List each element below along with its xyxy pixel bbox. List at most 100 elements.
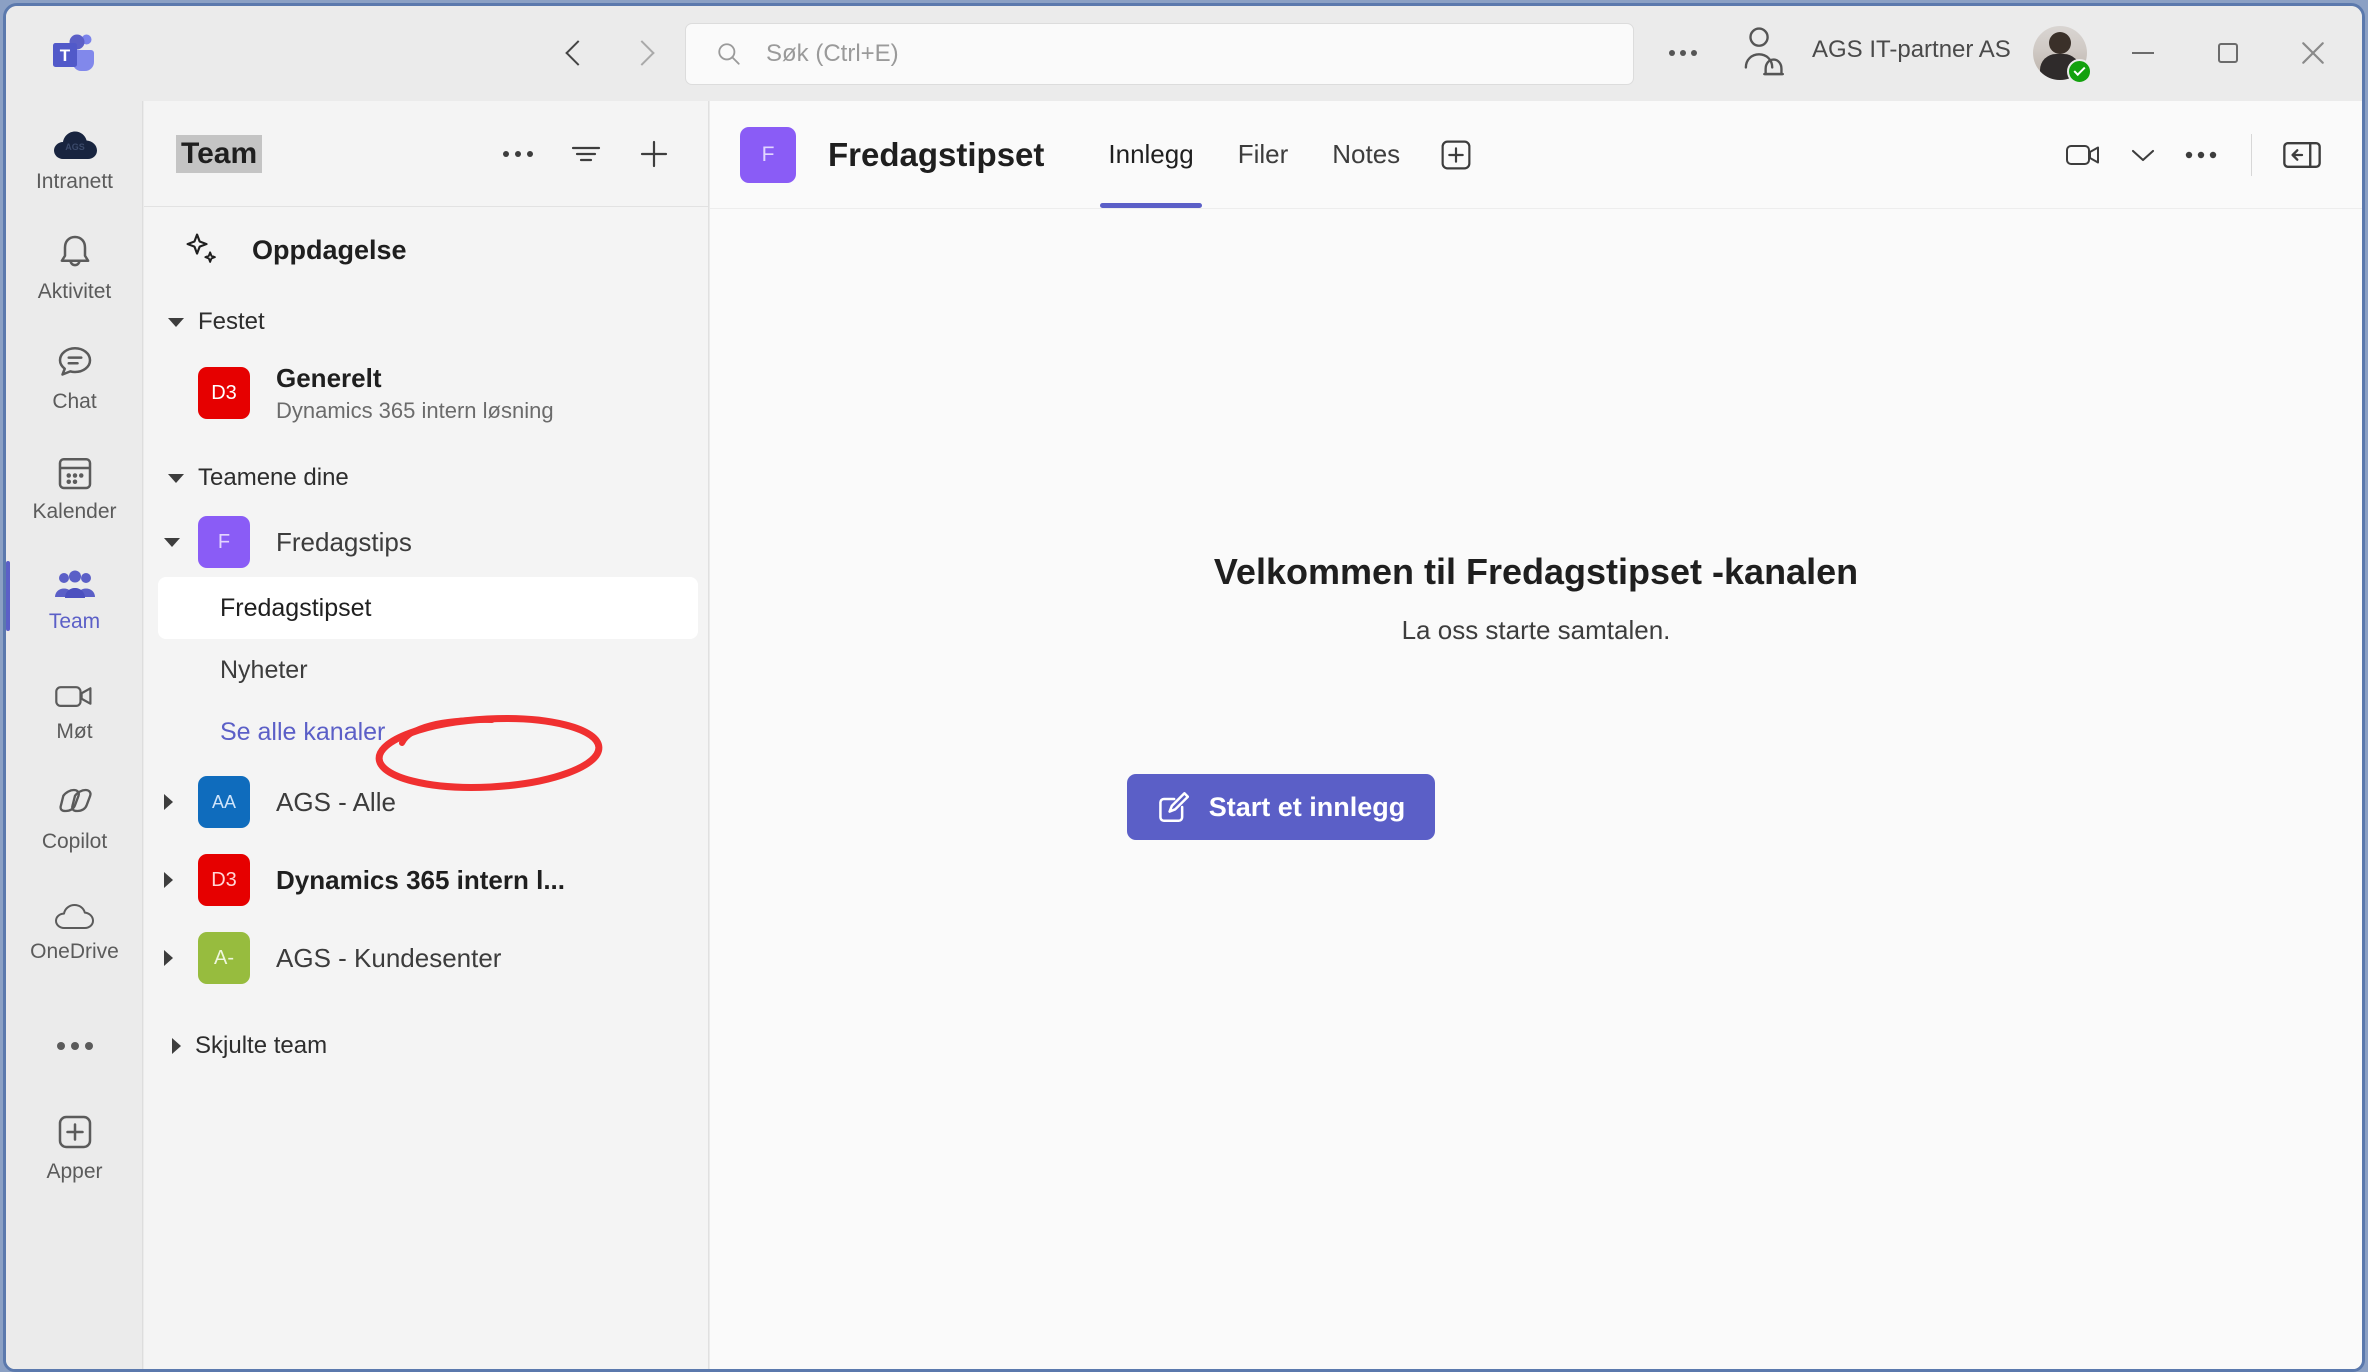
start-post-button[interactable]: Start et innlegg [1126,774,1436,840]
rail-item-intranett[interactable]: AGS Intranett [6,101,143,211]
sidebar-item-discover[interactable]: Oppdagelse [144,207,708,293]
teams-window: T Søk (Ctrl+E) AGS IT-partner AS AGS Int… [3,3,2365,1372]
rail-item-label: Møt [56,720,93,743]
team-avatar: D3 [198,854,250,906]
svg-text:T: T [60,46,71,65]
team-texts: AGS - Alle [276,787,396,818]
channel-row-nyheter[interactable]: Nyheter [158,639,698,701]
compose-icon [1158,792,1189,822]
group-header-festet[interactable]: Festet [144,293,708,351]
group-header-teamene-dine[interactable]: Teamene dine [144,449,708,507]
teams-sidebar: Team Oppdagelse Festet D3 Generelt Dynam… [144,101,709,1369]
channel-avatar: F [740,126,796,183]
search-input[interactable]: Søk (Ctrl+E) [685,23,1634,85]
minimize-button[interactable] [2111,24,2175,82]
caret-slot[interactable] [164,950,198,966]
team-row-ags-alle[interactable]: AA AGS - Alle [144,763,708,841]
group-label: Skjulte team [195,1032,328,1059]
team-row-dynamics-365[interactable]: D3 Dynamics 365 intern l... [144,841,708,919]
more-horizontal-icon [503,150,533,157]
caret-slot[interactable] [164,872,198,888]
chevron-right-icon [629,40,655,66]
plus-square-icon [55,1108,95,1152]
caret-slot[interactable] [164,794,198,810]
channel-tabs: Innlegg Filer Notes [1086,101,1478,208]
cloud-icon [52,888,98,932]
team-row-ags-kundesenter[interactable]: A- AGS - Kundesenter [144,919,708,997]
open-panel-icon [2283,141,2321,168]
chevron-right-icon [164,794,173,810]
rail-item-label: Chat [52,390,97,413]
more-horizontal-icon [1669,50,1675,56]
tab-notes[interactable]: Notes [1310,101,1422,208]
channel-header-actions [2055,126,2362,184]
rail-item-label: Apper [46,1160,103,1183]
channel-title: Fredagstipset [828,135,1045,173]
chat-bubble-icon [55,338,95,382]
calendar-icon [55,448,95,492]
add-tab-button[interactable] [1434,133,1478,177]
more-horizontal-icon [1680,50,1686,56]
chevron-down-icon [2131,149,2155,161]
sidebar-more-button[interactable] [490,126,546,182]
rail-item-kalender[interactable]: Kalender [6,431,143,541]
rail-item-more[interactable] [6,981,143,1091]
team-row-generelt[interactable]: D3 Generelt Dynamics 365 intern løsning [144,351,708,435]
team-name: AGS - Kundesenter [276,942,502,973]
rail-item-label: Aktivitet [37,280,112,303]
rail-item-onedrive[interactable]: OneDrive [6,871,143,981]
empty-state: Velkommen til Fredagstipset -kanalen La … [710,209,2362,1369]
chevron-down-icon [168,317,184,327]
chevron-down-icon [164,537,180,547]
person-bell-icon [1744,27,1784,76]
search-placeholder: Søk (Ctrl+E) [766,40,899,67]
navigate-back-button[interactable] [546,24,604,82]
more-horizontal-icon [2185,151,2217,158]
status-badge [2067,59,2092,84]
maximize-button[interactable] [2196,24,2260,82]
bell-icon [55,228,95,272]
group-header-skjulte-team[interactable]: Skjulte team [144,1017,708,1075]
rail-item-apper[interactable]: Apper [6,1091,143,1201]
rail-item-label: Copilot [41,830,108,853]
team-texts: Dynamics 365 intern l... [276,865,565,896]
caret-slot[interactable] [164,537,198,547]
rail-item-mot[interactable]: Møt [6,651,143,761]
see-all-channels-link[interactable]: Se alle kanaler [144,701,708,763]
chevron-right-icon [164,872,173,888]
tab-innlegg[interactable]: Innlegg [1086,101,1215,208]
rail-item-copilot[interactable]: Copilot [6,761,143,871]
team-avatar: A- [198,932,250,984]
more-horizontal-icon [1691,50,1697,56]
discover-label: Oppdagelse [252,234,407,265]
start-post-label: Start et innlegg [1208,791,1406,822]
rail-item-aktivitet[interactable]: Aktivitet [6,211,143,321]
team-texts: Generelt Dynamics 365 intern løsning [276,363,554,424]
welcome-title: Velkommen til Fredagstipset -kanalen [1213,551,1859,592]
team-avatar: D3 [198,367,250,419]
titlebar-more-button[interactable] [1656,28,1710,78]
channel-more-button[interactable] [2171,126,2231,184]
tab-label: Filer [1237,139,1289,169]
sidebar-filter-button[interactable] [558,126,614,182]
page-title: Team [176,134,263,173]
rail-item-chat[interactable]: Chat [6,321,143,431]
channel-name: Fredagstipset [220,593,372,622]
search-icon [718,43,740,65]
open-side-panel-button[interactable] [2272,126,2332,184]
sidebar-add-button[interactable] [626,126,682,182]
navigate-forward-button[interactable] [616,24,674,82]
tab-filer[interactable]: Filer [1216,101,1311,208]
channel-row-fredagstipset[interactable]: Fredagstipset [158,577,698,639]
chevron-down-icon [168,473,184,483]
team-row-fredagstips[interactable]: F Fredagstips [144,507,708,577]
chevron-right-icon [172,1038,181,1054]
rail-item-team[interactable]: Team [6,541,143,651]
meet-now-button[interactable] [2055,126,2115,184]
presence-button[interactable] [1736,24,1790,82]
close-button[interactable] [2281,24,2345,82]
channel-name: Nyheter [220,655,308,684]
cloud-ags-icon: AGS [51,118,99,162]
meet-options-button[interactable] [2121,126,2165,184]
chevron-left-icon [565,40,591,66]
